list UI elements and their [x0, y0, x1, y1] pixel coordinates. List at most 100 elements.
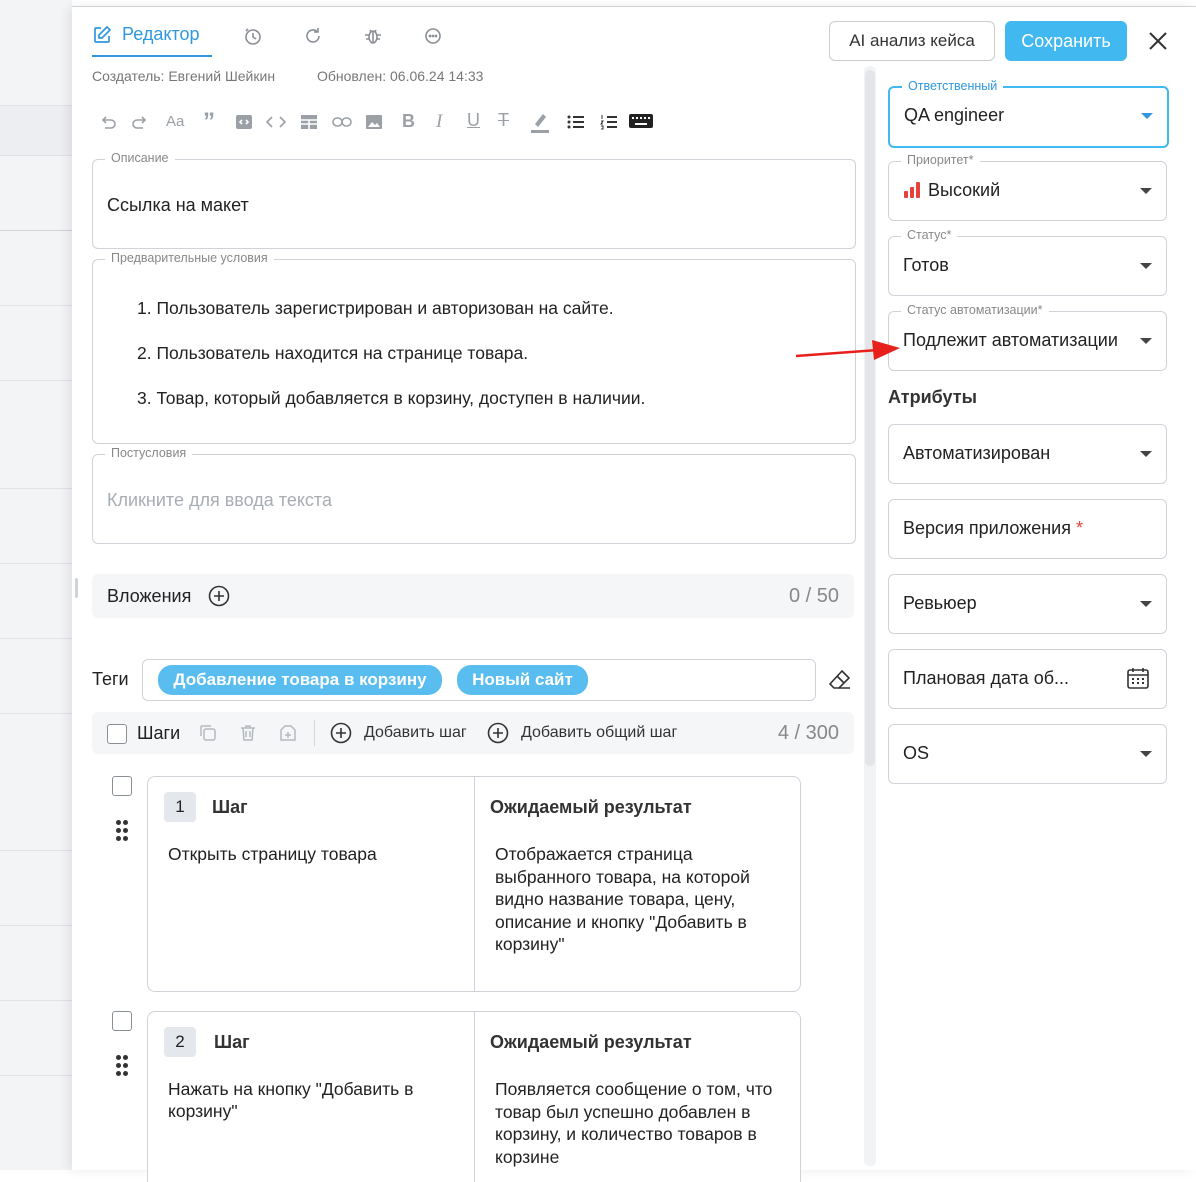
add-to-shared-icon[interactable] [278, 723, 298, 743]
chevron-down-icon [1140, 451, 1152, 457]
chevron-down-icon [1141, 113, 1153, 119]
drag-handle-icon[interactable] [116, 820, 128, 842]
edit-icon [94, 25, 112, 43]
postconditions-field[interactable]: Постусловия Кликните для ввода текста [92, 446, 856, 544]
resize-handle[interactable] [75, 578, 78, 598]
precondition-item: 3. Товар, который добавляется в корзину,… [137, 388, 646, 408]
step-card: 1 Шаг Ожидаемый результат Открыть страни… [147, 776, 801, 992]
priority-select[interactable]: Приоритет* Высокий [888, 153, 1167, 221]
app-version-input[interactable]: Версия приложения * [888, 499, 1167, 559]
attachments-count: 0 / 50 [788, 585, 839, 607]
code-block-icon[interactable] [234, 112, 254, 132]
attachments-bar: Вложения 0 / 50 [92, 574, 854, 618]
copy-icon[interactable] [198, 723, 218, 743]
comment-icon [425, 28, 441, 44]
responsible-select[interactable]: Ответственный QA engineer [888, 79, 1169, 148]
app-version-label: Версия приложения [903, 518, 1071, 538]
steps-toolbar: Шаги Добавить шаг Добавить общий шаг 4 /… [92, 712, 854, 754]
table-icon[interactable] [299, 112, 319, 132]
required-star: * [1075, 518, 1083, 538]
background-list [0, 0, 72, 1170]
step-action[interactable]: Нажать на кнопку "Добавить в корзину" [168, 1078, 458, 1122]
add-step-button[interactable]: Добавить шаг [364, 724, 467, 742]
keyboard-icon[interactable] [628, 111, 654, 131]
planned-date-input[interactable]: Плановая дата об... [888, 649, 1167, 709]
undo-icon[interactable] [98, 112, 118, 132]
formatting-toolbar: Aa ” B I U T [98, 108, 658, 136]
add-step-icon[interactable] [330, 722, 352, 744]
ai-analysis-button[interactable]: AI анализ кейса [829, 21, 995, 61]
bold-icon[interactable]: B [402, 111, 415, 132]
attachments-label: Вложения [107, 586, 192, 606]
link-icon[interactable] [331, 112, 353, 132]
reviewer-select[interactable]: Ревьюер [888, 574, 1167, 634]
step-number: 1 [164, 792, 196, 822]
close-icon[interactable] [1148, 31, 1168, 56]
italic-icon[interactable]: I [436, 111, 442, 133]
tab-runs[interactable] [303, 26, 323, 51]
chevron-down-icon [1140, 263, 1152, 269]
automation-status-value: Подлежит автоматизации [903, 330, 1118, 350]
description-field[interactable]: Описание Ссылка на макет [92, 151, 856, 249]
tab-comments[interactable] [423, 26, 443, 51]
planned-date-placeholder: Плановая дата об... [903, 668, 1070, 688]
os-placeholder: OS [903, 743, 930, 763]
image-icon[interactable] [364, 112, 384, 132]
step-checkbox[interactable] [112, 1011, 132, 1031]
step-result[interactable]: Появляется сообщение о том, что товар бы… [495, 1078, 785, 1168]
numbered-list-icon[interactable] [599, 112, 619, 132]
status-legend: Статус* [901, 228, 958, 242]
drag-handle-icon[interactable] [116, 1055, 128, 1077]
automated-placeholder: Автоматизирован [903, 443, 1051, 463]
add-common-step-button[interactable]: Добавить общий шаг [521, 724, 677, 742]
reviewer-placeholder: Ревьюер [903, 593, 977, 613]
step-checkbox[interactable] [112, 776, 132, 796]
delete-icon[interactable] [238, 723, 258, 743]
eraser-icon[interactable] [828, 668, 852, 692]
redo-icon[interactable] [130, 112, 150, 132]
precondition-item: 2. Пользователь находится на странице то… [137, 343, 529, 363]
priority-legend: Приоритет* [901, 153, 980, 167]
creator-meta: Создатель: Евгений Шейкин [92, 68, 276, 84]
automation-status-select[interactable]: Статус автоматизации* Подлежит автоматиз… [888, 303, 1167, 371]
history-icon [245, 28, 261, 45]
strikethrough-icon[interactable]: T [498, 110, 509, 131]
step-number: 2 [164, 1027, 196, 1057]
select-all-checkbox[interactable] [107, 724, 127, 744]
highlight-icon[interactable] [529, 110, 551, 134]
tags-field[interactable]: Добавление товара в корзину Новый сайт [142, 659, 816, 701]
preconditions-field[interactable]: Предварительные условия 1. Пользователь … [92, 251, 856, 444]
step-action[interactable]: Открыть страницу товара [168, 843, 458, 865]
quote-icon[interactable]: ” [203, 108, 215, 136]
automation-status-legend: Статус автоматизации* [901, 303, 1049, 317]
status-select[interactable]: Статус* Готов [888, 228, 1167, 296]
os-select[interactable]: OS [888, 724, 1167, 784]
steps-label: Шаги [137, 723, 181, 743]
font-size-icon[interactable]: Aa [166, 113, 184, 130]
code-icon[interactable] [265, 112, 287, 132]
attributes-title: Атрибуты [888, 387, 977, 407]
scrollbar-thumb[interactable] [865, 70, 875, 766]
postconditions-placeholder: Кликните для ввода текста [107, 490, 332, 510]
calendar-icon[interactable] [1126, 666, 1150, 690]
status-value: Готов [903, 255, 949, 275]
responsible-legend: Ответственный [902, 79, 1004, 93]
steps-count: 4 / 300 [777, 722, 839, 744]
tag-chip[interactable]: Добавление товара в корзину [158, 665, 442, 695]
chevron-down-icon [1140, 188, 1152, 194]
automated-select[interactable]: Автоматизирован [888, 424, 1167, 484]
tag-chip[interactable]: Новый сайт [457, 665, 588, 695]
step-result[interactable]: Отображается страница выбранного товара,… [495, 843, 785, 956]
add-attachment-icon[interactable] [208, 585, 230, 607]
postconditions-legend: Постусловия [105, 446, 193, 460]
tab-history[interactable] [243, 26, 263, 51]
chevron-down-icon [1140, 751, 1152, 757]
bullet-list-icon[interactable] [566, 112, 586, 132]
underline-icon[interactable]: U [467, 110, 480, 131]
annotation-arrow [795, 340, 900, 360]
tab-defects[interactable] [363, 26, 383, 51]
add-common-step-icon[interactable] [487, 722, 509, 744]
bug-icon [365, 29, 381, 44]
tab-editor[interactable]: Редактор [92, 24, 212, 57]
save-button[interactable]: Сохранить [1005, 21, 1127, 61]
